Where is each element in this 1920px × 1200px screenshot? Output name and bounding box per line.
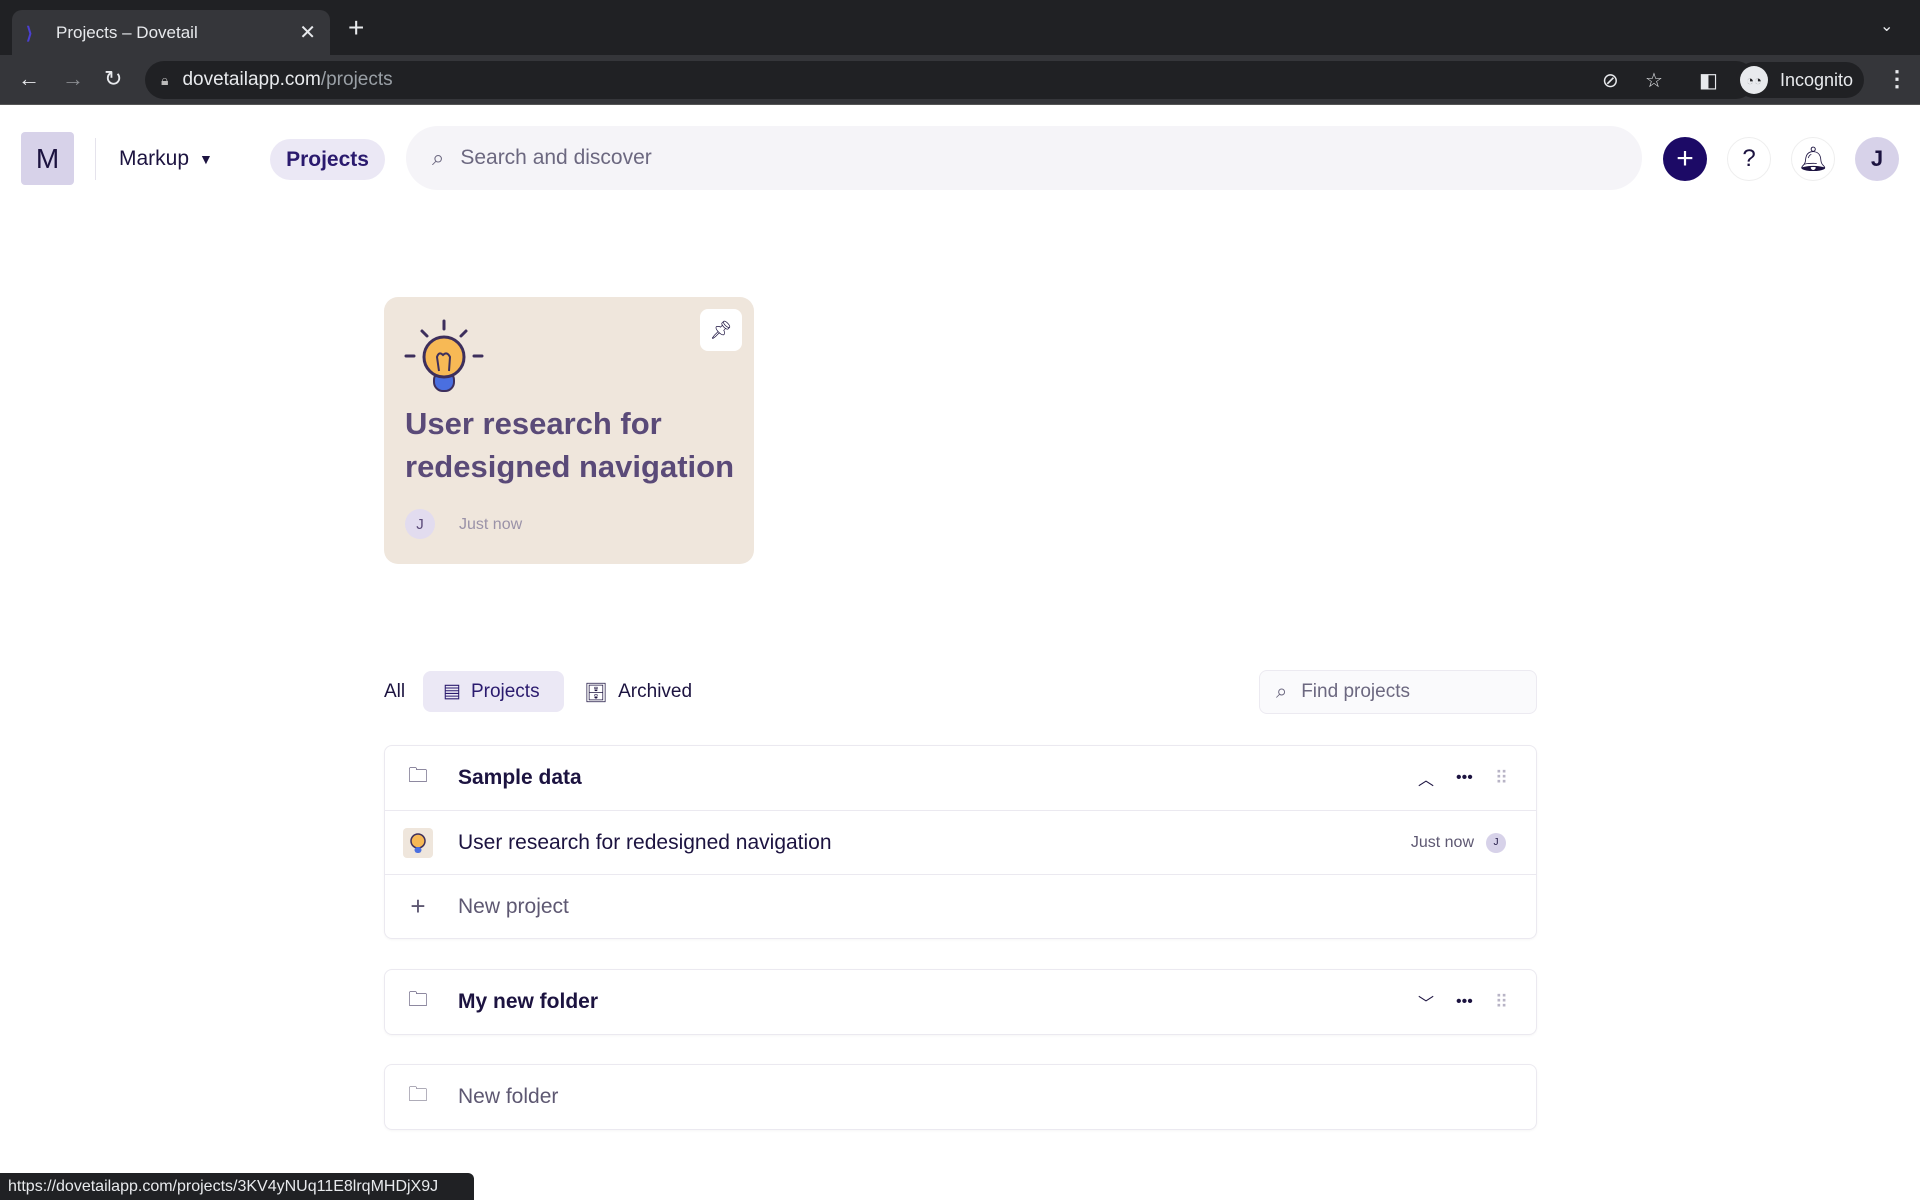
chevron-up-icon[interactable]: ︿ — [1418, 766, 1434, 790]
url-bar[interactable]: 🔒︎ dovetailapp.com/projects — [145, 61, 1755, 99]
url-domain: dovetailapp.com — [182, 69, 321, 90]
close-tab-icon[interactable]: ✕ — [299, 20, 316, 45]
filter-archived[interactable]: 🗄︎ Archived — [584, 681, 692, 705]
create-button[interactable]: + — [1663, 137, 1707, 181]
find-placeholder: Find projects — [1301, 681, 1410, 702]
workspace-switcher[interactable]: Markup ▼ — [119, 147, 213, 171]
dovetail-favicon-icon: ⟩ — [26, 23, 33, 43]
tab-search-chevron-icon[interactable]: ⌄ — [1880, 16, 1893, 36]
drag-handle-icon[interactable]: ⠿ — [1495, 768, 1508, 789]
side-panel-icon[interactable]: ◧ — [1699, 68, 1718, 93]
projects-icon: ▤ — [443, 681, 461, 702]
pinned-project-card[interactable]: 📌︎ User research for redesigned navigati… — [384, 297, 754, 564]
tab-title: Projects – Dovetail — [56, 22, 198, 42]
new-project-button[interactable]: + New project — [385, 874, 1536, 938]
new-tab-button[interactable]: + — [348, 12, 364, 44]
chevron-down-icon: ▼ — [199, 151, 213, 167]
workspace-initial: M — [35, 142, 60, 174]
incognito-profile[interactable]: ◔◔ Incognito — [1736, 62, 1864, 98]
card-avatar: J — [405, 509, 435, 539]
filter-archived-label: Archived — [618, 681, 693, 702]
divider — [95, 138, 96, 180]
folder-icon: 🗀 — [408, 765, 428, 787]
card-timestamp: Just now — [459, 516, 523, 533]
global-search-input[interactable]: ⌕ Search and discover — [406, 126, 1642, 190]
folder-icon: 🗀 — [408, 989, 428, 1011]
folder-sample-data: 🗀 Sample data ︿ ••• ⠿ User research for re… — [384, 745, 1537, 939]
user-avatar[interactable]: J — [1855, 137, 1899, 181]
new-project-label: New project — [458, 894, 569, 918]
archive-icon: 🗄︎ — [584, 683, 609, 704]
project-title: User research for redesigned navigation — [458, 830, 832, 854]
browser-tab[interactable]: ⟩ Projects – Dovetail ✕ — [12, 10, 330, 55]
workspace-name: Markup — [119, 147, 190, 170]
project-avatar: J — [1486, 832, 1506, 853]
filter-projects[interactable]: ▤ Projects — [423, 671, 564, 712]
lightbulb-thumbnail-icon — [403, 827, 433, 858]
new-folder-button[interactable]: 🗀 New folder — [384, 1064, 1537, 1130]
folder-name: My new folder — [458, 990, 599, 1013]
find-projects-input[interactable]: ⌕ Find projects — [1259, 670, 1537, 714]
workspace-logo[interactable]: M — [21, 132, 74, 185]
more-icon[interactable]: ••• — [1456, 993, 1473, 1011]
search-icon: ⌕ — [1276, 680, 1288, 703]
forward-button[interactable]: → — [62, 66, 84, 92]
lightbulb-icon — [404, 319, 484, 392]
link-status-bar: https://dovetailapp.com/projects/3KV4yNU… — [0, 1173, 474, 1200]
project-timestamp: Just now — [1410, 833, 1474, 851]
more-icon[interactable]: ••• — [1456, 769, 1473, 787]
browser-menu-icon[interactable]: ⋮ — [1886, 66, 1908, 92]
filter-all[interactable]: All — [384, 681, 405, 703]
folder-header[interactable]: 🗀 Sample data ︿ ••• ⠿ — [385, 746, 1536, 810]
incognito-icon: ◔◔ — [1740, 66, 1768, 94]
pin-icon[interactable]: 📌︎ — [700, 309, 742, 351]
folder-name: Sample data — [458, 766, 582, 789]
project-row[interactable]: User research for redesigned navigation … — [385, 810, 1536, 874]
reload-button[interactable]: ↻ — [104, 66, 122, 92]
back-button[interactable]: ← — [18, 66, 40, 92]
card-title[interactable]: User research for redesigned navigation — [405, 402, 745, 488]
nav-projects[interactable]: Projects — [270, 139, 385, 180]
lock-icon: 🔒︎ — [161, 71, 169, 88]
chevron-down-icon[interactable]: ﹀ — [1418, 990, 1434, 1014]
profile-label: Incognito — [1780, 69, 1854, 90]
new-folder-label: New folder — [458, 1085, 559, 1108]
help-button[interactable]: ? — [1727, 137, 1771, 181]
search-placeholder: Search and discover — [460, 146, 652, 169]
eye-off-icon[interactable]: ⊘ — [1602, 68, 1619, 93]
plus-icon: + — [410, 891, 426, 921]
url-path: /projects — [320, 69, 393, 90]
folder-plus-icon: 🗀 — [408, 1084, 428, 1106]
folder-my-new-folder: 🗀 My new folder ﹀ ••• ⠿ — [384, 969, 1537, 1035]
search-icon: ⌕ — [432, 145, 445, 170]
notifications-bell-icon[interactable]: 🔔︎ — [1791, 137, 1835, 181]
folder-header[interactable]: 🗀 My new folder ﹀ ••• ⠿ — [385, 970, 1536, 1034]
star-icon[interactable]: ☆ — [1645, 68, 1663, 93]
drag-handle-icon[interactable]: ⠿ — [1495, 992, 1508, 1013]
filter-projects-label: Projects — [470, 680, 540, 702]
